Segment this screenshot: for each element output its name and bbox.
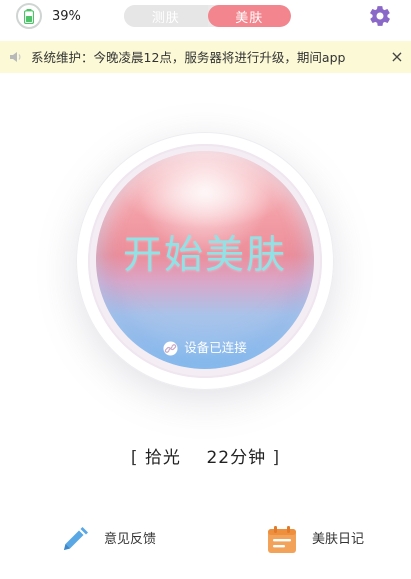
skin-care-home-screen: 39% 测肤 美肤 系统维护：今晚凌晨12点，服务器将进行升级，期间app × bbox=[0, 0, 411, 579]
start-beauty-button[interactable]: 开始美肤 设备已连接 bbox=[96, 151, 314, 369]
mode-indicator: [ 拾光 22分钟 ] bbox=[0, 446, 411, 470]
start-beauty-label: 开始美肤 bbox=[122, 233, 287, 278]
mode-bracket-close: ] bbox=[272, 448, 281, 468]
mode-duration: 22分钟 bbox=[206, 448, 267, 468]
start-ring: 开始美肤 设备已连接 bbox=[76, 132, 334, 390]
speaker-icon bbox=[10, 52, 21, 62]
device-status: 设备已连接 bbox=[96, 338, 314, 358]
top-bar: 39% 测肤 美肤 bbox=[0, 0, 411, 33]
battery-icon bbox=[16, 3, 42, 29]
battery-percent: 39% bbox=[52, 9, 81, 24]
gear-icon bbox=[370, 6, 390, 26]
mode-bracket-open: [ bbox=[130, 448, 139, 468]
mode-name: 拾光 bbox=[144, 448, 181, 468]
tab-skin-beauty-label: 美肤 bbox=[235, 10, 264, 26]
tab-skin-test-label: 测肤 bbox=[151, 10, 180, 26]
feedback-label: 意见反馈 bbox=[104, 532, 157, 547]
settings-button[interactable] bbox=[368, 4, 392, 28]
beauty-diary-button[interactable]: 美肤日记 bbox=[266, 524, 364, 556]
calendar-icon bbox=[268, 526, 296, 553]
close-icon[interactable]: × bbox=[389, 48, 405, 66]
link-icon bbox=[163, 340, 178, 356]
orb-gloss bbox=[122, 159, 288, 229]
system-notice-bar: 系统维护：今晚凌晨12点，服务器将进行升级，期间app × bbox=[0, 41, 411, 73]
mode-tab-switch: 测肤 美肤 bbox=[124, 5, 291, 27]
feedback-button[interactable]: 意见反馈 bbox=[60, 524, 156, 556]
device-status-text: 设备已连接 bbox=[184, 340, 247, 355]
tab-skin-test[interactable]: 测肤 bbox=[124, 5, 208, 27]
notice-text: 系统维护：今晚凌晨12点，服务器将进行升级，期间app bbox=[31, 50, 346, 65]
pencil-icon bbox=[64, 527, 88, 550]
beauty-diary-label: 美肤日记 bbox=[312, 532, 365, 547]
tab-skin-beauty[interactable]: 美肤 bbox=[207, 5, 291, 27]
